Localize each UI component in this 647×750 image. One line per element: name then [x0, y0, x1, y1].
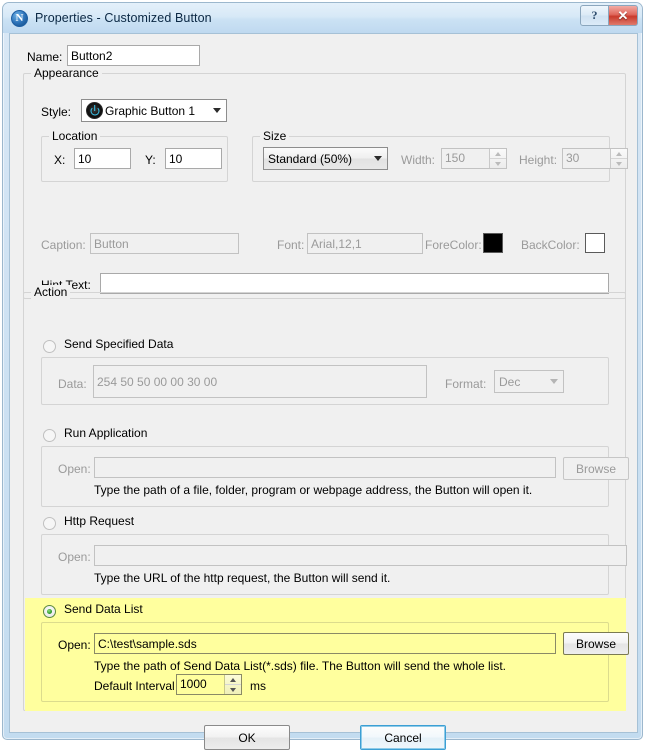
interval-stepper-buttons[interactable] [224, 675, 241, 694]
sds-open-label: Open: [58, 638, 91, 652]
sds-help-text: Type the path of Send Data List(*.sds) f… [94, 659, 507, 673]
height-stepper[interactable]: 30 [562, 148, 628, 169]
data-label: Data: [58, 377, 87, 391]
label-send-specified-data: Send Specified Data [64, 337, 174, 351]
send-specified-data-panel: Data: Format: Dec [41, 357, 609, 405]
size-preset-value: Standard (50%) [268, 151, 353, 166]
interval-label: Default Interval [94, 679, 175, 693]
y-label: Y: [145, 153, 156, 167]
http-open-label: Open: [58, 550, 91, 564]
send-data-list-panel: Open: Browse Type the path of Send Data … [41, 622, 629, 702]
caption-input[interactable] [90, 233, 239, 254]
dialog-client-area: Name: Appearance Style: Graphic Button 1… [9, 33, 638, 750]
sds-open-input[interactable] [94, 633, 556, 654]
width-value: 150 [445, 151, 466, 165]
caption-label: Caption: [41, 238, 86, 252]
ok-button[interactable]: OK [204, 725, 290, 750]
format-label: Format: [445, 377, 487, 391]
size-group: Size Standard (50%) Width: 150 Height: 3… [252, 129, 628, 182]
interval-stepper[interactable]: 1000 [176, 674, 242, 695]
font-label: Font: [277, 238, 305, 252]
dialog-window: Properties - Customized Button ? ✕ Name:… [2, 2, 643, 750]
power-button-icon [86, 102, 103, 119]
forecolor-swatch[interactable] [483, 233, 503, 253]
name-label: Name: [27, 50, 63, 64]
x-input[interactable] [74, 148, 131, 169]
backcolor-label: BackColor: [521, 238, 580, 252]
title-bar: Properties - Customized Button ? ✕ [3, 3, 642, 33]
x-label: X: [54, 153, 66, 167]
run-application-panel: Open: Browse Type the path of a file, fo… [41, 446, 629, 507]
y-input[interactable] [165, 148, 222, 169]
help-icon[interactable]: ? [580, 5, 609, 26]
format-combobox[interactable]: Dec [494, 370, 564, 393]
width-stepper-buttons[interactable] [489, 149, 506, 168]
appearance-legend: Appearance [31, 66, 102, 80]
font-input[interactable] [307, 233, 423, 254]
label-send-data-list: Send Data List [64, 602, 143, 616]
label-run-application: Run Application [64, 426, 148, 440]
backcolor-swatch[interactable] [585, 233, 605, 253]
app-logo-icon [11, 9, 28, 27]
height-label: Height: [519, 153, 558, 167]
http-open-input[interactable] [94, 545, 627, 566]
close-icon[interactable]: ✕ [609, 5, 638, 26]
action-group: Action Send Specified Data Data: Format:… [23, 285, 629, 711]
style-label: Style: [41, 105, 72, 119]
chevron-down-icon[interactable] [369, 148, 387, 169]
cancel-button[interactable]: Cancel [360, 725, 446, 750]
size-preset-combobox[interactable]: Standard (50%) [263, 147, 388, 170]
http-request-panel: Open: Type the URL of the http request, … [41, 534, 627, 595]
width-label: Width: [401, 153, 436, 167]
size-legend: Size [260, 129, 290, 143]
run-open-input[interactable] [94, 457, 556, 478]
run-help-text: Type the path of a file, folder, program… [94, 483, 533, 497]
interval-unit: ms [250, 679, 266, 693]
window-title: Properties - Customized Button [35, 11, 212, 25]
radio-http-request[interactable] [43, 517, 56, 530]
action-legend: Action [31, 285, 71, 299]
location-legend: Location [49, 129, 101, 143]
name-input[interactable] [67, 45, 200, 66]
run-browse-button[interactable]: Browse [563, 457, 629, 480]
sds-browse-button[interactable]: Browse [563, 632, 629, 655]
forecolor-label: ForeColor: [425, 238, 482, 252]
radio-send-specified-data[interactable] [43, 340, 56, 353]
chevron-down-icon[interactable] [208, 100, 226, 121]
style-combobox[interactable]: Graphic Button 1 [81, 99, 227, 122]
height-value: 30 [566, 151, 580, 165]
radio-run-application[interactable] [43, 429, 56, 442]
style-value: Graphic Button 1 [105, 103, 196, 118]
format-value: Dec [499, 374, 521, 389]
data-input[interactable] [93, 365, 427, 398]
label-http-request: Http Request [64, 514, 135, 528]
run-open-label: Open: [58, 462, 91, 476]
height-stepper-buttons[interactable] [610, 149, 627, 168]
interval-value: 1000 [180, 677, 207, 691]
window-controls: ? ✕ [580, 5, 638, 26]
location-group: Location X: Y: [41, 129, 228, 182]
chevron-down-icon[interactable] [545, 371, 563, 392]
hint-text-input[interactable] [100, 273, 609, 294]
appearance-group: Appearance Style: Graphic Button 1 Locat… [23, 66, 628, 299]
width-stepper[interactable]: 150 [441, 148, 507, 169]
http-help-text: Type the URL of the http request, the Bu… [94, 571, 391, 585]
radio-send-data-list[interactable] [43, 605, 56, 618]
